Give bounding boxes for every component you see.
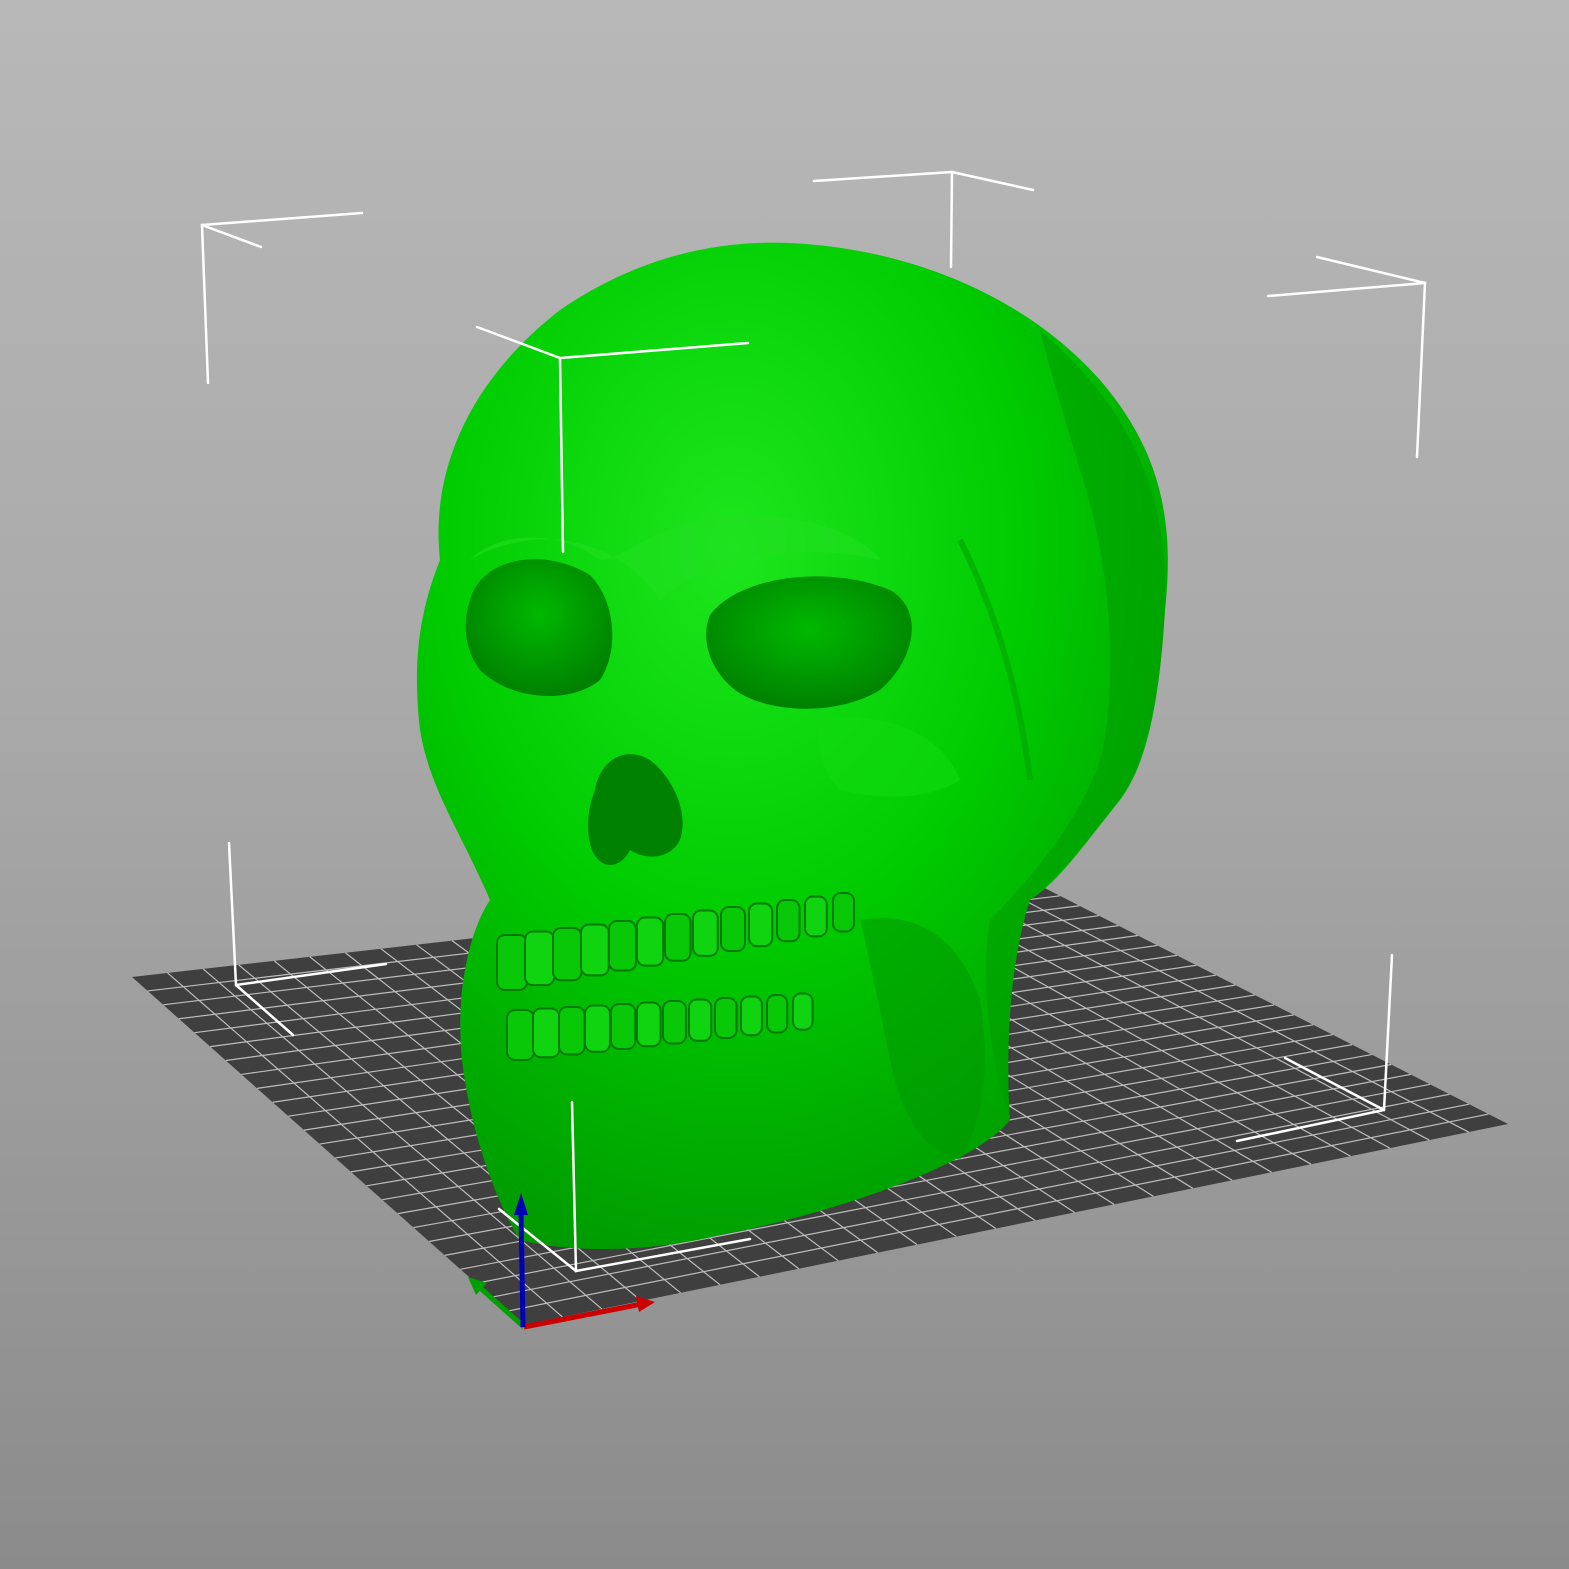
lower-tooth: [636, 1001, 662, 1048]
bbox-corner-top-center-depth: [950, 170, 1035, 192]
scene-canvas[interactable]: [0, 0, 1569, 1569]
lower-tooth: [688, 998, 713, 1042]
right-eye-socket: [706, 576, 912, 709]
lower-tooth: [532, 1007, 561, 1059]
bbox-corner-top-right: [1266, 281, 1427, 459]
upper-tooth: [636, 916, 665, 967]
upper-tooth: [748, 902, 774, 948]
lower-tooth: [662, 1000, 687, 1045]
bbox-corner-top-left-back: [200, 211, 364, 385]
lower-tooth: [792, 992, 814, 1031]
lower-tooth: [506, 1009, 535, 1061]
upper-tooth: [608, 920, 637, 972]
3d-viewport[interactable]: [0, 0, 1569, 1569]
upper-tooth: [580, 923, 610, 977]
bbox-corner-top-right-depth: [1315, 255, 1427, 285]
lower-tooth: [766, 994, 789, 1034]
upper-tooth: [692, 909, 719, 957]
upper-tooth: [496, 934, 528, 991]
lower-tooth: [558, 1006, 586, 1056]
lower-tooth: [714, 997, 738, 1039]
upper-tooth: [720, 906, 746, 952]
upper-tooth: [804, 895, 828, 938]
bbox-corner-top-left-back-depth: [200, 223, 263, 249]
left-eye-socket: [465, 559, 613, 697]
upper-tooth: [664, 913, 692, 962]
upper-tooth: [776, 899, 801, 943]
upper-tooth: [552, 927, 583, 982]
lower-tooth: [740, 995, 763, 1037]
upper-tooth: [832, 892, 855, 933]
lower-tooth: [584, 1004, 611, 1053]
upper-tooth: [524, 930, 556, 987]
lower-tooth: [610, 1003, 637, 1050]
